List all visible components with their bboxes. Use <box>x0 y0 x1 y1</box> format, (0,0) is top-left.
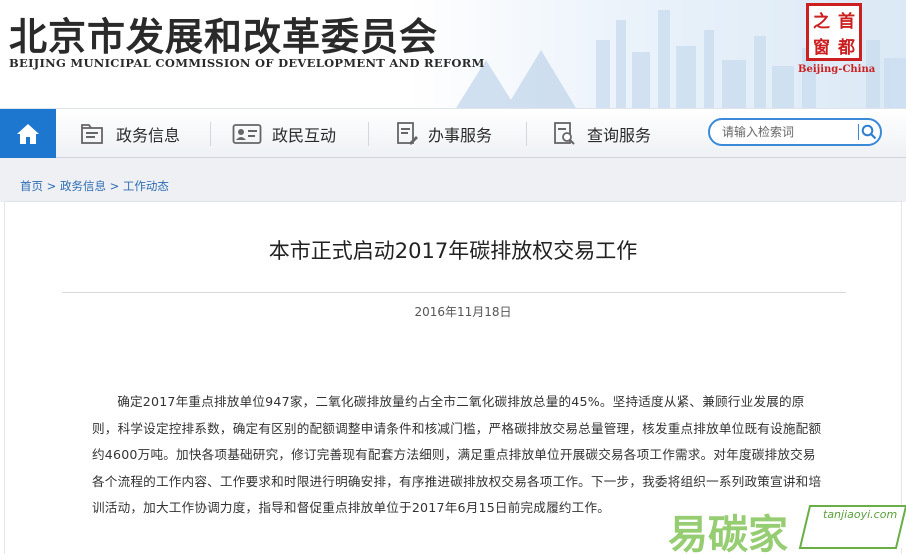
nav-item-public-interaction[interactable]: 政民互动 <box>232 109 336 158</box>
search-input[interactable] <box>722 121 858 143</box>
breadcrumb[interactable]: 首页 > 政务信息 > 工作动态 <box>20 178 169 194</box>
logo-char: 窗 <box>813 37 830 58</box>
main-nav: 政务信息 政民互动 办事服务 查询服务 <box>0 108 906 158</box>
article-title: 本市正式启动2017年碳排放权交易工作 <box>268 239 638 263</box>
id-card-icon <box>232 123 262 144</box>
search-button[interactable] <box>859 120 880 144</box>
document-search-icon <box>554 121 575 145</box>
nav-divider <box>368 122 369 146</box>
logo-char: 之 <box>813 11 830 32</box>
site-title: 北京市发展和改革委员会 <box>9 14 439 59</box>
nav-item-query-services[interactable]: 查询服务 <box>553 109 651 158</box>
breadcrumb-band: 首页 > 政务信息 > 工作动态 <box>0 158 906 202</box>
logo-char: 都 <box>838 37 855 58</box>
nav-item-label: 政民互动 <box>272 125 337 145</box>
article-date: 2016年11月18日 <box>414 305 512 319</box>
house-icon <box>17 123 39 144</box>
search-box <box>708 118 882 146</box>
watermark-site: tanjiaoyi.com <box>823 508 898 521</box>
site-subtitle: BEIJING MUNICIPAL COMMISSION OF DEVELOPM… <box>9 56 485 70</box>
capital-window-logo[interactable]: 之 首 窗 都 <box>806 3 862 61</box>
nav-item-services[interactable]: 办事服务 <box>396 109 492 158</box>
nav-item-label: 政务信息 <box>116 125 181 145</box>
nav-divider <box>210 122 211 146</box>
search-icon <box>862 124 877 140</box>
folder-icon <box>81 123 103 144</box>
home-button[interactable] <box>0 109 56 158</box>
watermark-text: 易碳家 <box>668 512 788 554</box>
title-divider <box>62 292 846 293</box>
nav-item-label: 办事服务 <box>428 125 493 145</box>
nav-item-label: 查询服务 <box>587 125 652 145</box>
logo-caption: Beijing-China <box>798 64 876 75</box>
form-icon <box>397 121 418 145</box>
logo-char: 首 <box>838 11 855 32</box>
site-header: 北京市发展和改革委员会 BEIJING MUNICIPAL COMMISSION… <box>0 0 906 108</box>
nav-divider <box>526 122 527 146</box>
nav-item-government-info[interactable]: 政务信息 <box>80 109 180 158</box>
